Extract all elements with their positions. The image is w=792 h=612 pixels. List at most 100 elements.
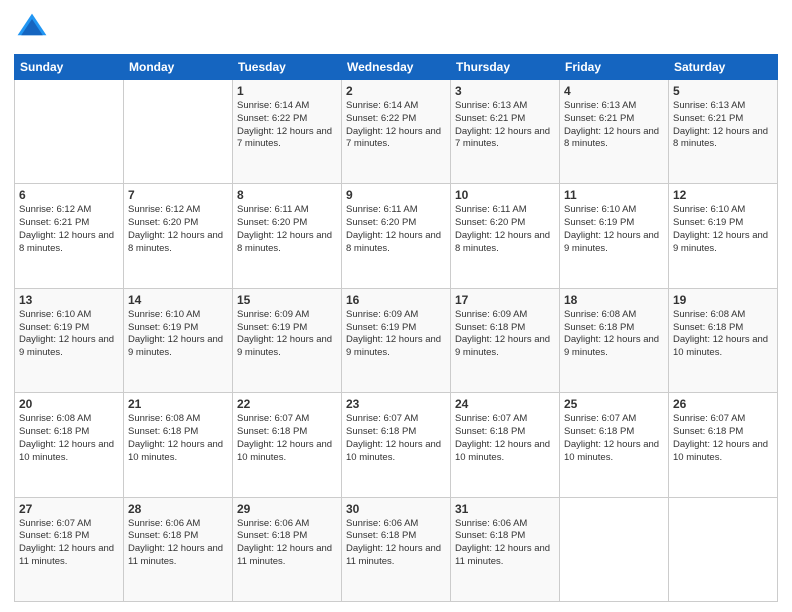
day-info: Sunrise: 6:14 AM Sunset: 6:22 PM Dayligh…: [346, 100, 446, 151]
day-number: 27: [19, 502, 119, 516]
day-info: Sunrise: 6:07 AM Sunset: 6:18 PM Dayligh…: [19, 518, 119, 569]
day-info: Sunrise: 6:11 AM Sunset: 6:20 PM Dayligh…: [346, 204, 446, 255]
day-cell: 23 Sunrise: 6:07 AM Sunset: 6:18 PM Dayli…: [342, 393, 451, 497]
day-number: 23: [346, 397, 446, 411]
day-cell: 26 Sunrise: 6:07 AM Sunset: 6:18 PM Dayli…: [669, 393, 778, 497]
day-info: Sunrise: 6:07 AM Sunset: 6:18 PM Dayligh…: [237, 413, 337, 464]
day-cell: 4 Sunrise: 6:13 AM Sunset: 6:21 PM Daylig…: [560, 80, 669, 184]
week-row-4: 20Sunrise: 6:08 AM Sunset: 6:18 PM Dayli…: [15, 393, 778, 497]
day-cell: 7Sunrise: 6:12 AM Sunset: 6:20 PM Daylig…: [124, 184, 233, 288]
day-cell: [669, 497, 778, 601]
day-info: Sunrise: 6:06 AM Sunset: 6:18 PM Dayligh…: [346, 518, 446, 569]
day-number: 13: [19, 293, 119, 307]
day-info: Sunrise: 6:09 AM Sunset: 6:19 PM Dayligh…: [237, 309, 337, 360]
day-number: 31: [455, 502, 555, 516]
day-number: 9: [346, 188, 446, 202]
day-number: 26: [673, 397, 773, 411]
weekday-tuesday: Tuesday: [233, 55, 342, 80]
day-info: Sunrise: 6:08 AM Sunset: 6:18 PM Dayligh…: [673, 309, 773, 360]
week-row-5: 27 Sunrise: 6:07 AM Sunset: 6:18 PM Dayli…: [15, 497, 778, 601]
day-cell: [15, 80, 124, 184]
day-cell: 2 Sunrise: 6:14 AM Sunset: 6:22 PM Daylig…: [342, 80, 451, 184]
day-number: 18: [564, 293, 664, 307]
logo-icon: [14, 10, 50, 46]
day-cell: 27 Sunrise: 6:07 AM Sunset: 6:18 PM Dayli…: [15, 497, 124, 601]
day-info: Sunrise: 6:06 AM Sunset: 6:18 PM Dayligh…: [455, 518, 555, 569]
day-cell: 22 Sunrise: 6:07 AM Sunset: 6:18 PM Dayli…: [233, 393, 342, 497]
day-info: Sunrise: 6:09 AM Sunset: 6:18 PM Dayligh…: [455, 309, 555, 360]
day-number: 8: [237, 188, 337, 202]
day-cell: 24Sunrise: 6:07 AM Sunset: 6:18 PM Dayli…: [451, 393, 560, 497]
day-info: Sunrise: 6:09 AM Sunset: 6:19 PM Dayligh…: [346, 309, 446, 360]
day-number: 28: [128, 502, 228, 516]
day-info: Sunrise: 6:14 AM Sunset: 6:22 PM Dayligh…: [237, 100, 337, 151]
day-cell: 12 Sunrise: 6:10 AM Sunset: 6:19 PM Dayli…: [669, 184, 778, 288]
day-cell: 25 Sunrise: 6:07 AM Sunset: 6:18 PM Dayli…: [560, 393, 669, 497]
day-number: 22: [237, 397, 337, 411]
day-cell: 20Sunrise: 6:08 AM Sunset: 6:18 PM Dayli…: [15, 393, 124, 497]
day-cell: 28 Sunrise: 6:06 AM Sunset: 6:18 PM Dayli…: [124, 497, 233, 601]
day-cell: 15 Sunrise: 6:09 AM Sunset: 6:19 PM Dayli…: [233, 288, 342, 392]
header: [14, 10, 778, 46]
week-row-1: 1 Sunrise: 6:14 AM Sunset: 6:22 PM Daylig…: [15, 80, 778, 184]
day-info: Sunrise: 6:12 AM Sunset: 6:21 PM Dayligh…: [19, 204, 119, 255]
week-row-3: 13 Sunrise: 6:10 AM Sunset: 6:19 PM Dayli…: [15, 288, 778, 392]
day-number: 12: [673, 188, 773, 202]
weekday-monday: Monday: [124, 55, 233, 80]
weekday-saturday: Saturday: [669, 55, 778, 80]
day-cell: 9 Sunrise: 6:11 AM Sunset: 6:20 PM Daylig…: [342, 184, 451, 288]
day-number: 14: [128, 293, 228, 307]
day-number: 29: [237, 502, 337, 516]
day-number: 24: [455, 397, 555, 411]
day-info: Sunrise: 6:13 AM Sunset: 6:21 PM Dayligh…: [455, 100, 555, 151]
day-cell: 13 Sunrise: 6:10 AM Sunset: 6:19 PM Dayli…: [15, 288, 124, 392]
day-number: 15: [237, 293, 337, 307]
day-cell: 8 Sunrise: 6:11 AM Sunset: 6:20 PM Daylig…: [233, 184, 342, 288]
weekday-sunday: Sunday: [15, 55, 124, 80]
day-info: Sunrise: 6:10 AM Sunset: 6:19 PM Dayligh…: [564, 204, 664, 255]
day-cell: 19Sunrise: 6:08 AM Sunset: 6:18 PM Dayli…: [669, 288, 778, 392]
day-cell: 16 Sunrise: 6:09 AM Sunset: 6:19 PM Dayli…: [342, 288, 451, 392]
day-info: Sunrise: 6:13 AM Sunset: 6:21 PM Dayligh…: [673, 100, 773, 151]
day-info: Sunrise: 6:07 AM Sunset: 6:18 PM Dayligh…: [346, 413, 446, 464]
day-info: Sunrise: 6:08 AM Sunset: 6:18 PM Dayligh…: [128, 413, 228, 464]
day-number: 11: [564, 188, 664, 202]
day-cell: 6Sunrise: 6:12 AM Sunset: 6:21 PM Daylig…: [15, 184, 124, 288]
day-cell: 10 Sunrise: 6:11 AM Sunset: 6:20 PM Dayli…: [451, 184, 560, 288]
day-info: Sunrise: 6:08 AM Sunset: 6:18 PM Dayligh…: [19, 413, 119, 464]
day-number: 25: [564, 397, 664, 411]
day-info: Sunrise: 6:07 AM Sunset: 6:18 PM Dayligh…: [564, 413, 664, 464]
day-info: Sunrise: 6:10 AM Sunset: 6:19 PM Dayligh…: [19, 309, 119, 360]
day-number: 21: [128, 397, 228, 411]
weekday-wednesday: Wednesday: [342, 55, 451, 80]
day-cell: 1 Sunrise: 6:14 AM Sunset: 6:22 PM Daylig…: [233, 80, 342, 184]
day-info: Sunrise: 6:11 AM Sunset: 6:20 PM Dayligh…: [455, 204, 555, 255]
day-cell: 18 Sunrise: 6:08 AM Sunset: 6:18 PM Dayli…: [560, 288, 669, 392]
day-info: Sunrise: 6:10 AM Sunset: 6:19 PM Dayligh…: [128, 309, 228, 360]
weekday-thursday: Thursday: [451, 55, 560, 80]
day-number: 16: [346, 293, 446, 307]
day-number: 30: [346, 502, 446, 516]
day-number: 4: [564, 84, 664, 98]
week-row-2: 6Sunrise: 6:12 AM Sunset: 6:21 PM Daylig…: [15, 184, 778, 288]
day-number: 2: [346, 84, 446, 98]
day-info: Sunrise: 6:11 AM Sunset: 6:20 PM Dayligh…: [237, 204, 337, 255]
day-cell: 14 Sunrise: 6:10 AM Sunset: 6:19 PM Dayli…: [124, 288, 233, 392]
day-info: Sunrise: 6:06 AM Sunset: 6:18 PM Dayligh…: [128, 518, 228, 569]
day-number: 10: [455, 188, 555, 202]
day-cell: 31 Sunrise: 6:06 AM Sunset: 6:18 PM Dayli…: [451, 497, 560, 601]
day-cell: 29Sunrise: 6:06 AM Sunset: 6:18 PM Dayli…: [233, 497, 342, 601]
day-cell: 30 Sunrise: 6:06 AM Sunset: 6:18 PM Dayli…: [342, 497, 451, 601]
weekday-friday: Friday: [560, 55, 669, 80]
day-cell: [124, 80, 233, 184]
day-number: 7: [128, 188, 228, 202]
weekday-header-row: SundayMondayTuesdayWednesdayThursdayFrid…: [15, 55, 778, 80]
day-number: 17: [455, 293, 555, 307]
day-info: Sunrise: 6:13 AM Sunset: 6:21 PM Dayligh…: [564, 100, 664, 151]
page: SundayMondayTuesdayWednesdayThursdayFrid…: [0, 0, 792, 612]
day-info: Sunrise: 6:08 AM Sunset: 6:18 PM Dayligh…: [564, 309, 664, 360]
day-info: Sunrise: 6:07 AM Sunset: 6:18 PM Dayligh…: [673, 413, 773, 464]
day-info: Sunrise: 6:10 AM Sunset: 6:19 PM Dayligh…: [673, 204, 773, 255]
logo: [14, 10, 52, 46]
day-number: 1: [237, 84, 337, 98]
